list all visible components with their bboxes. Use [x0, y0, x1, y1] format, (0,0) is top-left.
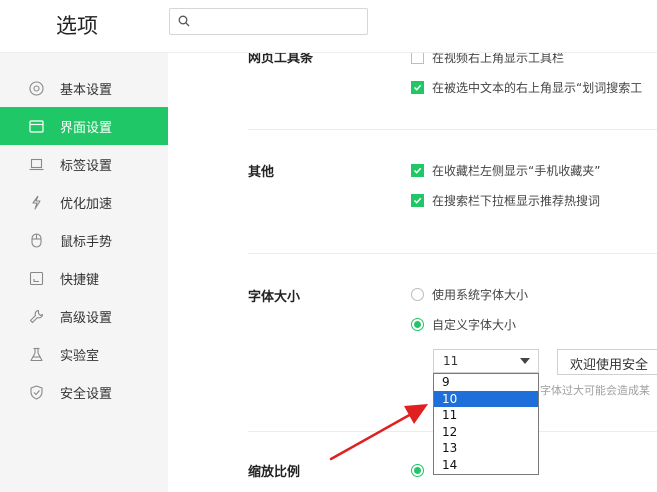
option-hot-search[interactable]: 在搜索栏下拉框显示推荐热搜词	[411, 191, 600, 209]
option-video-toolbar[interactable]: 在视频右上角显示工具栏	[411, 53, 564, 66]
sidebar-item-label: 标签设置	[60, 158, 113, 174]
checkbox[interactable]	[411, 163, 424, 177]
sidebar-item-label: 安全设置	[60, 386, 113, 402]
sidebar-item-label: 基本设置	[60, 82, 113, 98]
option-label: 在搜索栏下拉框显示推荐热搜词	[432, 193, 601, 208]
option-label: 使用系统字体大小	[432, 287, 529, 302]
sidebar-item-label: 高级设置	[60, 310, 113, 326]
wrench-icon	[28, 308, 44, 324]
checkmark-icon	[413, 197, 422, 204]
sidebar-item-label: 实验室	[60, 348, 100, 364]
shield-icon	[28, 384, 44, 400]
checkbox[interactable]	[411, 80, 424, 94]
section-label-zoom: 缩放比例	[248, 465, 301, 480]
radio-button[interactable]	[411, 287, 424, 301]
option-selection-search[interactable]: 在被选中文本的右上角显示“划词搜索工	[411, 78, 642, 96]
dropdown-option[interactable]: 14	[434, 457, 538, 474]
divider	[248, 129, 657, 130]
checkbox[interactable]	[411, 53, 424, 64]
dropdown-option[interactable]: 11	[434, 407, 538, 424]
dropdown-option[interactable]: 9	[434, 374, 538, 391]
font-size-select-value: 11	[443, 354, 459, 368]
option-label: 在收藏栏左侧显示“手机收藏夹”	[432, 163, 601, 178]
divider	[248, 253, 657, 254]
dropdown-option[interactable]: 10	[434, 390, 538, 408]
mouse-icon	[28, 232, 44, 248]
dropdown-option[interactable]: 12	[434, 424, 538, 441]
chevron-down-icon	[520, 358, 530, 364]
main-content: 网页工具条 在视频右上角显示工具栏 在被选中文本的右上角显示“划词搜索工 其他 …	[168, 53, 657, 492]
checkmark-icon	[413, 167, 422, 174]
search-icon	[178, 15, 190, 27]
font-preview-box: 欢迎使用安全	[557, 349, 657, 375]
option-zoom[interactable]	[411, 461, 432, 479]
flask-icon	[28, 346, 44, 362]
section-label-other: 其他	[248, 165, 275, 180]
app-title: 选项	[56, 14, 98, 38]
font-size-dropdown: 9 10 11 12 13 14	[433, 373, 539, 475]
dropdown-option[interactable]: 13	[434, 440, 538, 457]
radio-button[interactable]	[411, 317, 424, 331]
option-custom-font-size[interactable]: 自定义字体大小	[411, 315, 516, 333]
sidebar-item-mouse-gestures[interactable]: 鼠标手势	[0, 221, 168, 259]
font-size-hint: 字体过大可能会造成某	[540, 384, 650, 397]
laptop-icon	[28, 156, 44, 172]
sidebar: 基本设置 界面设置 标签设置 优化加速 鼠标手势 快捷键 高级设置 实验室 安全…	[0, 53, 168, 492]
radio-button[interactable]	[411, 463, 424, 477]
option-mobile-favorites[interactable]: 在收藏栏左侧显示“手机收藏夹”	[411, 161, 600, 179]
sidebar-item-label: 快捷键	[60, 272, 100, 288]
option-system-font-size[interactable]: 使用系统字体大小	[411, 285, 528, 303]
sidebar-item-tabs[interactable]: 标签设置	[0, 145, 168, 183]
option-label: 在被选中文本的右上角显示“划词搜索工	[432, 80, 643, 95]
option-label: 自定义字体大小	[432, 317, 517, 332]
checkbox[interactable]	[411, 193, 424, 207]
search-input[interactable]	[196, 12, 365, 33]
section-label-font-size: 字体大小	[248, 290, 301, 305]
sidebar-item-shortcuts[interactable]: 快捷键	[0, 259, 168, 297]
lightning-icon	[28, 194, 44, 210]
sidebar-item-interface[interactable]: 界面设置	[0, 107, 168, 145]
target-icon	[28, 80, 44, 96]
sidebar-item-label: 鼠标手势	[60, 234, 113, 250]
window-icon	[28, 118, 44, 134]
search-box[interactable]	[169, 8, 368, 35]
sidebar-item-label: 界面设置	[60, 120, 113, 136]
font-size-select[interactable]: 11	[433, 349, 539, 373]
sidebar-item-advanced[interactable]: 高级设置	[0, 297, 168, 335]
option-label: 在视频右上角显示工具栏	[432, 53, 565, 65]
sidebar-item-security[interactable]: 安全设置	[0, 373, 168, 411]
sidebar-item-label: 优化加速	[60, 196, 113, 212]
header: 选项	[0, 0, 657, 53]
keyboard-icon	[28, 270, 44, 286]
sidebar-item-basic[interactable]: 基本设置	[0, 69, 168, 107]
section-label-toolbar: 网页工具条	[248, 53, 314, 66]
sidebar-item-speedup[interactable]: 优化加速	[0, 183, 168, 221]
sidebar-item-lab[interactable]: 实验室	[0, 335, 168, 373]
checkmark-icon	[413, 84, 422, 91]
